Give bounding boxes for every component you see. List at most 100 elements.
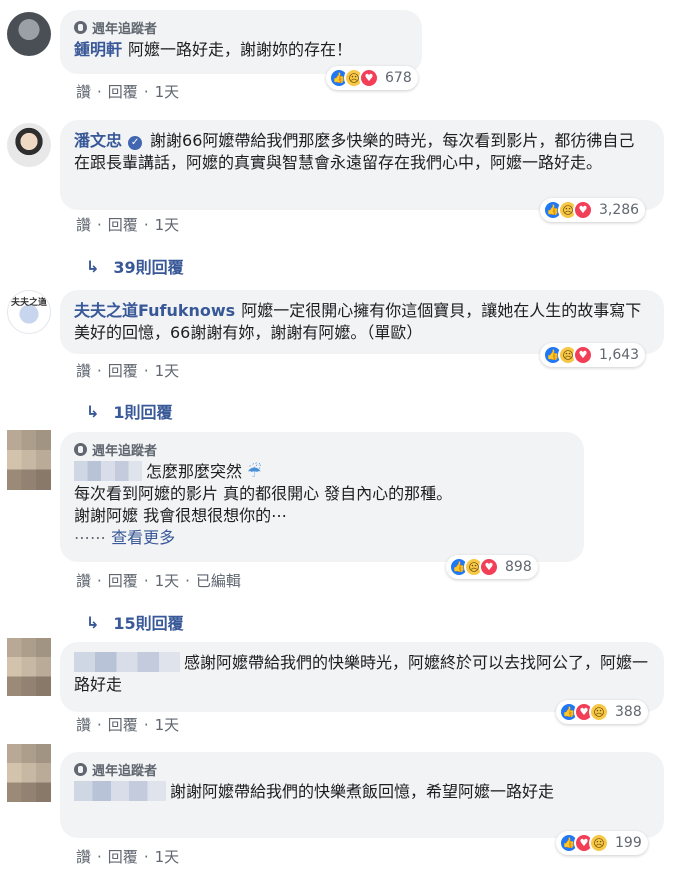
heart-icon: ♥: [573, 200, 593, 220]
comment-bubble: 週年追蹤者 怎麼那麼突然 ☔ 每次看到阿嬤的影片 真的都很開心 發自內心的那種。…: [60, 432, 584, 562]
redacted-name: [74, 652, 180, 672]
edited-label[interactable]: 已編輯: [196, 570, 241, 591]
reaction-count: 3,286: [599, 202, 640, 218]
avatar[interactable]: [7, 638, 51, 696]
sad-face-icon: ☹: [589, 702, 609, 722]
timestamp[interactable]: 1天: [155, 846, 180, 867]
reaction-count: 388: [615, 704, 642, 720]
comment-actions: 讚 · 回覆 · 1天: [76, 81, 179, 102]
replies-count: 39則回覆: [113, 258, 184, 277]
fan-badge: 週年追蹤者: [74, 760, 650, 779]
fan-badge-label: 週年追蹤者: [92, 21, 158, 37]
comment-text: 潘文忠 ✓ 謝謝66阿嬤帶給我們那麼多快樂的時光，每次看到影片，都彷彿自己在跟長輩講…: [74, 130, 650, 174]
fan-badge: 週年追蹤者: [74, 18, 408, 37]
see-more-link[interactable]: 查看更多: [111, 528, 175, 547]
view-replies-link[interactable]: ↳ 39則回覆: [86, 254, 184, 278]
avatar[interactable]: [7, 123, 51, 167]
comment-actions: 讚 · 回覆 · 1天: [76, 846, 179, 867]
comment-author[interactable]: 夫夫之道Fufuknows: [74, 301, 235, 320]
reaction-count: 199: [615, 835, 642, 851]
heart-icon: ♥: [573, 345, 593, 365]
comment-text: 怎麼那麼突然 ☔: [74, 461, 570, 483]
see-more-ellipsis: ⋯⋯: [74, 528, 106, 547]
reply-link[interactable]: 回覆: [108, 360, 138, 381]
timestamp[interactable]: 1天: [155, 81, 180, 102]
like-link[interactable]: 讚: [76, 81, 91, 102]
comment-text: 鍾明軒 阿嬤一路好走，謝謝妳的存在！: [74, 39, 408, 61]
separator: ·: [143, 847, 149, 866]
comment-actions: 讚 · 回覆 · 1天: [76, 214, 179, 235]
comment-bubble: 週年追蹤者 謝謝阿嬤帶給我們的快樂煮飯回憶，希望阿嬤一路好走: [60, 752, 664, 838]
timestamp[interactable]: 1天: [155, 360, 180, 381]
reaction-summary[interactable]: 👍 ☹ ♥ 1,643: [540, 343, 646, 367]
like-link[interactable]: 讚: [76, 360, 91, 381]
timestamp[interactable]: 1天: [155, 714, 180, 735]
replies-count: 15則回覆: [113, 614, 184, 633]
comment-body-line3: 謝謝阿嬤 我會很想很想你的⋯: [74, 506, 288, 525]
reply-link[interactable]: 回覆: [108, 81, 138, 102]
reply-link[interactable]: 回覆: [108, 714, 138, 735]
separator: ·: [143, 571, 149, 590]
comment-author[interactable]: 潘文忠: [74, 131, 122, 150]
comment-text: 夫夫之道Fufuknows 阿嬤一定很開心擁有你這個寶貝，讓她在人生的故事寫下美好…: [74, 300, 650, 344]
avatar[interactable]: [7, 12, 51, 56]
rain-cloud-icon: ☔: [247, 462, 262, 481]
like-link[interactable]: 讚: [76, 214, 91, 235]
reaction-summary[interactable]: 👍 ♥ ☹ 199: [556, 831, 648, 855]
comment-body: 謝謝阿嬤帶給我們的快樂煮飯回憶，希望阿嬤一路好走: [170, 782, 555, 801]
separator: ·: [143, 715, 149, 734]
redacted-name: [74, 781, 166, 801]
fan-badge: 週年追蹤者: [74, 440, 570, 459]
avatar[interactable]: 夫夫之道: [7, 290, 51, 334]
reply-arrow-icon: ↳: [86, 612, 100, 632]
separator: ·: [97, 571, 102, 590]
reply-arrow-icon: ↳: [86, 256, 100, 276]
separator: ·: [97, 215, 102, 234]
comment-body: 謝謝66阿嬤帶給我們那麼多快樂的時光，每次看到影片，都彷彿自己在跟長輩講話，阿嬤…: [74, 131, 635, 172]
comment-actions: 讚 · 回覆 · 1天 · 已編輯: [76, 570, 241, 591]
reaction-summary[interactable]: 👍 ☹ ♥ 3,286: [540, 198, 646, 222]
redacted-name: [74, 461, 142, 481]
fan-badge-icon: [74, 442, 87, 456]
like-link[interactable]: 讚: [76, 714, 91, 735]
heart-icon: ♥: [479, 557, 499, 577]
avatar[interactable]: [7, 744, 51, 802]
timestamp[interactable]: 1天: [155, 214, 180, 235]
view-replies-link[interactable]: ↳ 15則回覆: [86, 610, 184, 634]
reply-link[interactable]: 回覆: [108, 846, 138, 867]
avatar[interactable]: [7, 430, 51, 490]
comment-bubble: 潘文忠 ✓ 謝謝66阿嬤帶給我們那麼多快樂的時光，每次看到影片，都彷彿自己在跟長輩講…: [60, 120, 664, 210]
reply-link[interactable]: 回覆: [108, 570, 138, 591]
comment-author[interactable]: 鍾明軒: [74, 40, 122, 59]
comment-text: 謝謝阿嬤帶給我們的快樂煮飯回憶，希望阿嬤一路好走: [74, 781, 650, 803]
comment-actions: 讚 · 回覆 · 1天: [76, 714, 179, 735]
separator: ·: [97, 361, 102, 380]
heart-icon: ♥: [359, 68, 379, 88]
reaction-summary[interactable]: 👍 ☹ ♥ 898: [446, 555, 538, 579]
sad-face-icon: ☹: [589, 833, 609, 853]
comment-bubble: 週年追蹤者 鍾明軒 阿嬤一路好走，謝謝妳的存在！: [60, 10, 422, 74]
comment-body-line2: 每次看到阿嬤的影片 真的都很開心 發自內心的那種。: [74, 484, 453, 503]
like-link[interactable]: 讚: [76, 846, 91, 867]
separator: ·: [185, 571, 190, 590]
fan-badge-icon: [74, 762, 87, 776]
reaction-summary[interactable]: 👍 ♥ ☹ 388: [556, 700, 648, 724]
replies-count: 1則回覆: [113, 403, 173, 422]
separator: ·: [97, 82, 102, 101]
like-link[interactable]: 讚: [76, 570, 91, 591]
comment-body: 阿嬤一路好走，謝謝妳的存在！: [128, 40, 353, 59]
reply-link[interactable]: 回覆: [108, 214, 138, 235]
comment-text: 感謝阿嬤帶給我們的快樂時光，阿嬤終於可以去找阿公了，阿嬤一路好走: [74, 652, 650, 696]
separator: ·: [143, 361, 149, 380]
avatar-text: 夫夫之道: [10, 298, 47, 308]
separator: ·: [143, 215, 149, 234]
reaction-summary[interactable]: 👍 ☹ ♥ 678: [326, 66, 418, 90]
timestamp[interactable]: 1天: [155, 570, 180, 591]
reaction-count: 1,643: [599, 347, 640, 363]
see-more: ⋯⋯ 查看更多: [74, 527, 570, 549]
separator: ·: [97, 847, 102, 866]
separator: ·: [143, 82, 149, 101]
reaction-count: 898: [505, 559, 532, 575]
view-replies-link[interactable]: ↳ 1則回覆: [86, 399, 173, 423]
verified-badge-icon: ✓: [128, 136, 143, 150]
